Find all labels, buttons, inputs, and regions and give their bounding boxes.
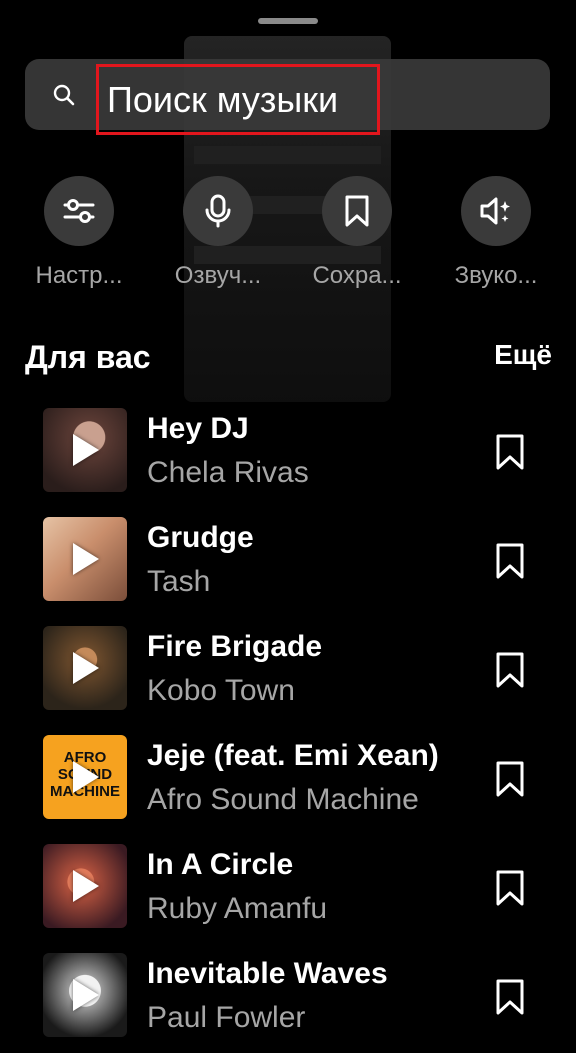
track-title: Hey DJ [147,412,249,445]
track-artist: Paul Fowler [147,1001,306,1034]
track-artist: Tash [147,565,211,598]
tool-sound-effects-button[interactable] [461,176,531,246]
track-artist: Chela Rivas [147,456,309,489]
track-artist: Ruby Amanfu [147,892,328,925]
tool-sound-effects-label: Звуко... [454,262,538,289]
play-icon [73,434,99,466]
tool-settings-label: Настр... [35,262,123,289]
track-row[interactable]: Fire Brigade Kobo Town [0,626,576,726]
tool-settings[interactable]: Настр... [24,176,134,290]
track-cover[interactable] [43,626,127,710]
tool-saved-button[interactable] [322,176,392,246]
bookmark-icon[interactable] [492,432,528,472]
tool-settings-button[interactable] [44,176,114,246]
track-title: Grudge [147,521,254,554]
track-row[interactable]: Inevitable Waves Paul Fowler [0,953,576,1053]
track-cover[interactable] [43,408,127,492]
section-title: Для вас [25,339,151,375]
play-icon [73,761,99,793]
track-cover[interactable] [43,953,127,1037]
bookmark-icon[interactable] [492,759,528,799]
track-cover[interactable]: AFRO SOUND MACHINE [43,735,127,819]
play-icon [73,652,99,684]
track-title: Fire Brigade [147,630,323,663]
bookmark-icon[interactable] [492,868,528,908]
tool-voiceover-button[interactable] [183,176,253,246]
bookmark-icon[interactable] [492,977,528,1017]
track-row[interactable]: AFRO SOUND MACHINE Jeje (feat. Emi Xean) A… [0,735,576,835]
preview-stripe [194,146,381,164]
track-row[interactable]: Grudge Tash [0,517,576,617]
tool-saved[interactable]: Сохра... [302,176,412,290]
bookmark-icon[interactable] [492,650,528,690]
more-link[interactable]: Ещё [494,339,552,371]
track-row[interactable]: Hey DJ Chela Rivas [0,408,576,508]
tool-saved-label: Сохра... [312,262,402,289]
sound-effects-icon [480,197,510,225]
sliders-icon [63,199,95,223]
track-title: In A Circle [147,848,294,881]
search-icon [53,84,75,106]
bookmark-icon[interactable] [492,541,528,581]
tool-sound-effects[interactable]: Звуко... [441,176,551,290]
tool-voiceover[interactable]: Озвуч... [163,176,273,290]
track-title: Inevitable Waves [147,957,388,990]
track-cover[interactable] [43,844,127,928]
play-icon [73,979,99,1011]
track-artist: Afro Sound Machine [147,783,419,816]
microphone-icon [205,194,231,228]
play-icon [73,870,99,902]
track-cover[interactable] [43,517,127,601]
play-icon [73,543,99,575]
tool-voiceover-label: Озвуч... [174,262,262,289]
track-artist: Kobo Town [147,674,295,707]
sheet-drag-handle[interactable] [258,18,318,24]
track-title: Jeje (feat. Emi Xean) [147,739,439,772]
track-row[interactable]: In A Circle Ruby Amanfu [0,844,576,944]
music-search-input[interactable] [96,64,380,135]
bookmark-icon [345,195,369,227]
